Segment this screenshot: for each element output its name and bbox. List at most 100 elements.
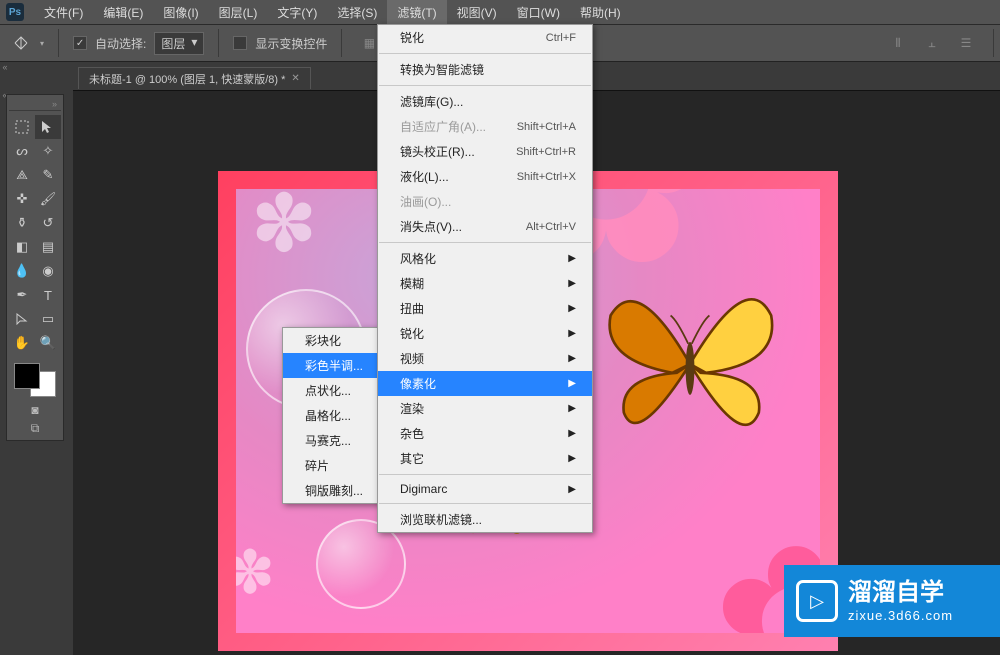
distribute-icon-3[interactable]: ☰ (953, 30, 979, 56)
filter-vanishing-point[interactable]: 消失点(V)... Alt+Ctrl+V (378, 214, 592, 239)
submenu-crystallize[interactable]: 彩块化 (283, 328, 379, 353)
filter-liquify[interactable]: 液化(L)... Shift+Ctrl+X (378, 164, 592, 189)
auto-select-target-dropdown[interactable]: 图层 (154, 32, 204, 55)
menu-label: 视频 (400, 350, 424, 367)
marquee-tool[interactable] (9, 115, 35, 139)
magic-wand-tool[interactable]: ✧ (35, 139, 61, 163)
show-transform-label: 显示变换控件 (255, 35, 327, 52)
document-tab-label: 未标题-1 @ 100% (图层 1, 快速蒙版/8) * (89, 71, 285, 87)
type-tool[interactable]: T (35, 283, 61, 307)
filter-adaptive-wide: 自适应广角(A)... Shift+Ctrl+A (378, 114, 592, 139)
document-tab[interactable]: 未标题-1 @ 100% (图层 1, 快速蒙版/8) * ✕ (78, 67, 311, 89)
filter-digimarc[interactable]: Digimarc ▶ (378, 478, 592, 500)
pen-tool[interactable]: ✒ (9, 283, 35, 307)
filter-lens-correction[interactable]: 镜头校正(R)... Shift+Ctrl+R (378, 139, 592, 164)
quickmask-icon[interactable]: ◙ (31, 403, 38, 417)
filter-last-label: 锐化 (400, 29, 424, 46)
menu-separator (379, 503, 591, 504)
stamp-tool[interactable]: ⚱ (9, 211, 35, 235)
menu-label: 扭曲 (400, 300, 424, 317)
submenu-arrow-icon: ▶ (568, 403, 576, 414)
distribute-icon-2[interactable]: ⫠ (919, 30, 945, 56)
filter-noise[interactable]: 杂色▶ (378, 421, 592, 446)
watermark-title: 溜溜自学 (848, 578, 953, 608)
shortcut-label: Shift+Ctrl+A (517, 121, 576, 133)
menu-type[interactable]: 文字(Y) (267, 0, 327, 25)
toolbox: » ᔕ ✧ ⟁ ✎ ✜ 🖌 ⚱ ↺ ◧ ▤ 💧 ◉ ✒ T ▭ ✋ 🔍 (6, 94, 64, 441)
dodge-tool[interactable]: ◉ (35, 259, 61, 283)
submenu-mezzotint[interactable]: 铜版雕刻... (283, 478, 379, 503)
filter-distort[interactable]: 扭曲▶ (378, 296, 592, 321)
menu-view[interactable]: 视图(V) (447, 0, 507, 25)
brush-tool[interactable]: 🖌 (35, 187, 61, 211)
shape-tool[interactable]: ▭ (35, 307, 61, 331)
filter-stylize[interactable]: 风格化▶ (378, 246, 592, 271)
menu-label: Digimarc (400, 482, 447, 496)
menu-layer[interactable]: 图层(L) (209, 0, 268, 25)
filter-convert-smart[interactable]: 转换为智能滤镜 (378, 57, 592, 82)
lasso-tool[interactable]: ᔕ (9, 139, 35, 163)
color-swatches[interactable] (12, 361, 58, 399)
filter-render[interactable]: 渲染▶ (378, 396, 592, 421)
submenu-pointillize[interactable]: 点状化... (283, 378, 379, 403)
submenu-arrow-icon: ▶ (568, 278, 576, 289)
filter-browse-online[interactable]: 浏览联机滤镜... (378, 507, 592, 532)
menu-label: 像素化 (400, 375, 436, 392)
toolbox-collapse-icon[interactable]: » (9, 99, 61, 111)
filter-blur[interactable]: 模糊▶ (378, 271, 592, 296)
screenmode-icon[interactable]: ⧉ (31, 421, 40, 436)
play-icon: ▷ (796, 580, 838, 622)
submenu-arrow-icon: ▶ (568, 484, 576, 495)
move-tool[interactable] (35, 115, 61, 139)
history-brush-tool[interactable]: ↺ (35, 211, 61, 235)
menu-edit[interactable]: 编辑(E) (93, 0, 153, 25)
filter-pixelate[interactable]: 像素化 ▶ (378, 371, 592, 396)
menu-label: 镜头校正(R)... (400, 143, 475, 160)
shortcut-label: Ctrl+F (546, 32, 576, 44)
submenu-arrow-icon: ▶ (568, 378, 576, 389)
menu-file[interactable]: 文件(F) (34, 0, 93, 25)
menu-label: 风格化 (400, 250, 436, 267)
hand-tool[interactable]: ✋ (9, 331, 35, 355)
submenu-mosaic[interactable]: 马赛克... (283, 428, 379, 453)
blur-tool[interactable]: 💧 (9, 259, 35, 283)
collapse-handle-icon[interactable]: « (0, 62, 10, 72)
crop-tool[interactable]: ⟁ (9, 163, 35, 187)
shortcut-label: Alt+Ctrl+V (526, 221, 576, 233)
menu-label: 消失点(V)... (400, 218, 462, 235)
pixelate-submenu: 彩块化 彩色半调... 点状化... 晶格化... 马赛克... 碎片 铜版雕刻… (282, 327, 380, 504)
menu-label: 液化(L)... (400, 168, 449, 185)
menu-filter[interactable]: 滤镜(T) (387, 0, 446, 25)
shortcut-label: Shift+Ctrl+R (516, 146, 576, 158)
menu-bar: Ps 文件(F) 编辑(E) 图像(I) 图层(L) 文字(Y) 选择(S) 滤… (0, 0, 1000, 24)
eyedropper-tool[interactable]: ✎ (35, 163, 61, 187)
menu-image[interactable]: 图像(I) (153, 0, 208, 25)
filter-oil-paint: 油画(O)... (378, 189, 592, 214)
butterfly-image (600, 289, 780, 439)
filter-last[interactable]: 锐化 Ctrl+F (378, 25, 592, 50)
submenu-arrow-icon: ▶ (568, 328, 576, 339)
submenu-fragment[interactable]: 碎片 (283, 453, 379, 478)
close-icon[interactable]: ✕ (291, 73, 299, 84)
zoom-tool[interactable]: 🔍 (35, 331, 61, 355)
document-tabs: 未标题-1 @ 100% (图层 1, 快速蒙版/8) * ✕ (78, 67, 311, 89)
eraser-tool[interactable]: ◧ (9, 235, 35, 259)
filter-gallery[interactable]: 滤镜库(G)... (378, 89, 592, 114)
filter-other[interactable]: 其它▶ (378, 446, 592, 471)
submenu-color-halftone[interactable]: 彩色半调... (283, 353, 379, 378)
menu-help[interactable]: 帮助(H) (570, 0, 631, 25)
menu-select[interactable]: 选择(S) (327, 0, 387, 25)
filter-sharpen[interactable]: 锐化▶ (378, 321, 592, 346)
menu-window[interactable]: 窗口(W) (507, 0, 570, 25)
foreground-color-swatch[interactable] (14, 363, 40, 389)
healing-brush-tool[interactable]: ✜ (9, 187, 35, 211)
auto-select-label: 自动选择: (95, 35, 146, 52)
distribute-icon-1[interactable]: ⫴ (885, 30, 911, 56)
show-transform-checkbox[interactable] (233, 36, 247, 50)
path-select-tool[interactable] (9, 307, 35, 331)
submenu-facet[interactable]: 晶格化... (283, 403, 379, 428)
filter-video[interactable]: 视频▶ (378, 346, 592, 371)
gradient-tool[interactable]: ▤ (35, 235, 61, 259)
menu-label: 自适应广角(A)... (400, 118, 486, 135)
auto-select-checkbox[interactable]: ✓ (73, 36, 87, 50)
